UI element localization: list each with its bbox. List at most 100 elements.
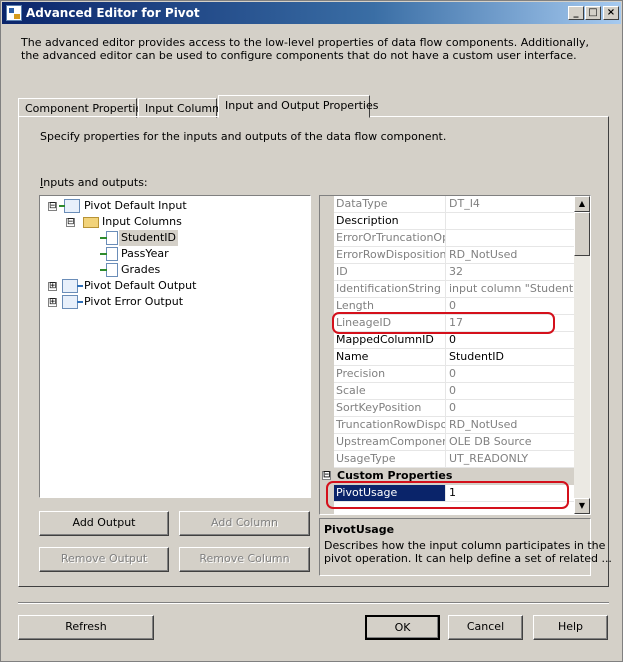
tree-item-pivot-default-output[interactable]: ⊞ Pivot Default Output	[40, 278, 308, 294]
add-column-button[interactable]: Add Column	[179, 511, 310, 536]
io-tree[interactable]: ⊟ Pivot Default Input ⊟ Input Columns St…	[39, 195, 311, 498]
property-value[interactable]: DT_I4	[447, 196, 574, 212]
tree-item-studentid[interactable]: StudentID	[40, 230, 308, 246]
collapse-icon[interactable]: ⊟	[48, 202, 57, 211]
property-row-name[interactable]: Name StudentID	[334, 349, 574, 366]
tab-panel: Specify properties for the inputs and ou…	[18, 116, 612, 587]
expand-icon[interactable]: ⊞	[48, 298, 57, 307]
scroll-down-icon[interactable]: ▼	[574, 498, 590, 514]
column-icon	[100, 231, 118, 245]
tab-input-output-properties[interactable]: Input and Output Properties	[218, 95, 378, 118]
tree-item-label: Pivot Default Input	[84, 199, 187, 212]
property-row-pivot-usage[interactable]: PivotUsage 1	[334, 485, 574, 502]
property-row-mapped-column-id[interactable]: MappedColumnID 0	[334, 332, 574, 349]
property-row-error-truncation[interactable]: ErrorOrTruncationOperation	[334, 230, 574, 247]
category-custom-properties[interactable]: ⊟ Custom Properties	[320, 468, 574, 485]
expand-icon[interactable]: ⊞	[48, 282, 57, 291]
collapse-icon[interactable]: ⊟	[66, 218, 75, 227]
help-text: Describes how the input column participa…	[324, 539, 612, 565]
add-output-button[interactable]: Add Output	[39, 511, 169, 536]
property-value[interactable]	[447, 213, 574, 229]
property-name: LineageID	[334, 315, 446, 331]
column-icon	[100, 247, 118, 261]
io-label-text: nputs and outputs:	[43, 176, 148, 189]
help-text-line-1: Describes how the input column participa…	[324, 539, 606, 552]
folder-icon	[83, 217, 99, 228]
tree-item-passyear[interactable]: PassYear	[40, 246, 308, 262]
help-title: PivotUsage	[324, 523, 395, 536]
tab-input-columns[interactable]: Input Columns	[138, 98, 225, 118]
property-value[interactable]: StudentID	[447, 349, 574, 365]
property-row-error-row-disposition[interactable]: ErrorRowDisposition RD_NotUsed	[334, 247, 574, 264]
property-help-box: PivotUsage Describes how the input colum…	[319, 518, 612, 576]
tab-component-properties[interactable]: Component Properties	[18, 98, 148, 118]
tree-item-pivot-error-output[interactable]: ⊞ Pivot Error Output	[40, 294, 308, 310]
window-title: Advanced Editor for Pivot	[26, 6, 200, 20]
refresh-button[interactable]: Refresh	[18, 615, 154, 640]
tree-item-input-columns[interactable]: ⊟ Input Columns	[40, 214, 308, 230]
property-row-precision[interactable]: Precision 0	[334, 366, 574, 383]
title-bar[interactable]: Advanced Editor for Pivot _ □ ×	[2, 2, 621, 24]
property-row-truncation-row-disposition[interactable]: TruncationRowDisposition RD_NotUsed	[334, 417, 574, 434]
ok-button[interactable]: OK	[365, 615, 440, 640]
property-value[interactable]: 32	[447, 264, 574, 280]
tree-item-pivot-default-input[interactable]: ⊟ Pivot Default Input	[40, 198, 308, 214]
help-button[interactable]: Help	[533, 615, 608, 640]
remove-output-button[interactable]: Remove Output	[39, 547, 169, 572]
property-value[interactable]: 0	[447, 332, 574, 348]
property-name: ErrorOrTruncationOperation	[336, 230, 446, 246]
property-value[interactable]: UT_READONLY	[447, 451, 574, 467]
property-name: UsageType	[334, 451, 446, 467]
tree-item-label: PassYear	[121, 247, 169, 260]
app-icon	[6, 5, 22, 21]
property-name: UpstreamComponentName	[334, 434, 446, 450]
property-value[interactable]: RD_NotUsed	[447, 247, 574, 263]
property-row-description[interactable]: Description	[334, 213, 574, 230]
property-value[interactable]: 0	[447, 383, 574, 399]
tree-item-grades[interactable]: Grades	[40, 262, 308, 278]
scroll-thumb[interactable]	[574, 212, 590, 256]
output-icon	[62, 279, 83, 293]
property-name: ErrorRowDisposition	[336, 247, 446, 263]
property-name: SortKeyPosition	[334, 400, 446, 416]
property-name: TruncationRowDisposition	[336, 417, 446, 433]
property-row-identification-string[interactable]: IdentificationString input column "Stude…	[334, 281, 574, 298]
cancel-button[interactable]: Cancel	[448, 615, 523, 640]
property-value[interactable]: OLE DB Source	[447, 434, 574, 450]
property-value[interactable]: input column "StudentID" (32)	[447, 281, 574, 297]
property-row-datatype[interactable]: DataType DT_I4	[334, 196, 574, 213]
property-name: ID	[334, 264, 446, 280]
property-row-usage-type[interactable]: UsageType UT_READONLY	[334, 451, 574, 468]
property-grid[interactable]: DataType DT_I4 Description ErrorOrTrunca…	[319, 195, 591, 515]
property-value[interactable]: RD_NotUsed	[447, 417, 574, 433]
property-name: Name	[334, 349, 446, 365]
property-name: IdentificationString	[334, 281, 446, 297]
panel-hint: Specify properties for the inputs and ou…	[40, 130, 447, 143]
property-row-upstream-component-name[interactable]: UpstreamComponentName OLE DB Source	[334, 434, 574, 451]
property-grid-scrollbar[interactable]: ▲ ▼	[574, 196, 590, 514]
collapse-icon[interactable]: ⊟	[322, 471, 331, 480]
remove-column-button[interactable]: Remove Column	[179, 547, 310, 572]
column-icon	[100, 263, 118, 277]
category-label: Custom Properties	[337, 469, 453, 482]
minimize-button[interactable]: _	[568, 6, 584, 20]
property-row-scale[interactable]: Scale 0	[334, 383, 574, 400]
maximize-button[interactable]: □	[585, 6, 601, 20]
close-button[interactable]: ×	[603, 6, 619, 20]
property-name: PivotUsage	[334, 485, 446, 501]
property-row-id[interactable]: ID 32	[334, 264, 574, 281]
property-value[interactable]: 0	[447, 366, 574, 382]
property-value[interactable]	[447, 230, 574, 246]
property-row-sort-key-position[interactable]: SortKeyPosition 0	[334, 400, 574, 417]
property-value[interactable]: 0	[447, 298, 574, 314]
output-icon	[62, 295, 83, 309]
property-row-lineageid[interactable]: LineageID 17	[334, 315, 574, 332]
property-value[interactable]: 0	[447, 400, 574, 416]
property-value[interactable]: 1	[447, 485, 574, 501]
property-value[interactable]: 17	[447, 315, 574, 331]
dialog-description: The advanced editor provides access to t…	[21, 36, 590, 62]
scroll-up-icon[interactable]: ▲	[574, 196, 590, 212]
inputs-outputs-label: Inputs and outputs:	[40, 176, 148, 189]
property-name: Description	[334, 213, 446, 229]
property-row-length[interactable]: Length 0	[334, 298, 574, 315]
